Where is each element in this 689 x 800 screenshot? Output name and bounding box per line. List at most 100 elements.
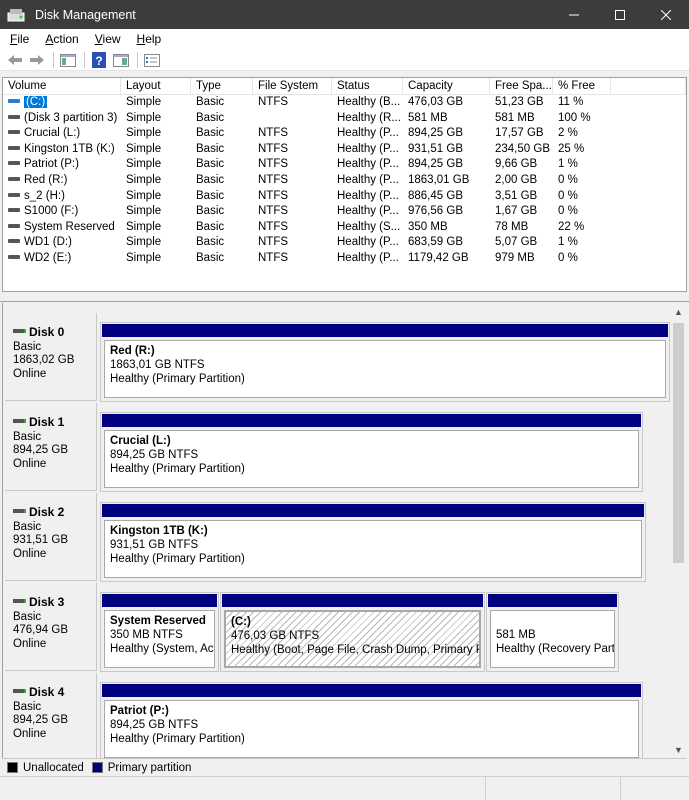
cell-status: Healthy (P... bbox=[337, 205, 399, 218]
scroll-down-button[interactable]: ▼ bbox=[670, 741, 687, 758]
column-header-file-system[interactable]: File System bbox=[253, 78, 332, 95]
cell-free: 51,23 GB bbox=[495, 96, 544, 108]
svg-text:?: ? bbox=[95, 54, 102, 68]
volume-row[interactable]: (Disk 3 partition 3) Simple Basic Healthy (… bbox=[3, 111, 686, 127]
forward-button[interactable] bbox=[27, 51, 47, 69]
column-header-volume[interactable]: Volume bbox=[3, 78, 121, 95]
menu-file[interactable]: File bbox=[4, 32, 35, 46]
title-bar: Disk Management bbox=[0, 0, 689, 29]
cell-type: Basic bbox=[196, 158, 225, 171]
show-hide-console-tree-button[interactable] bbox=[58, 51, 78, 69]
cell-volume: s_2 (H:) bbox=[3, 189, 121, 205]
status-segment bbox=[0, 777, 486, 800]
disk-name: Disk 0 bbox=[29, 325, 65, 339]
partition-name: System Reserved bbox=[110, 615, 206, 627]
cell-status: Healthy (P... bbox=[337, 236, 399, 249]
partition-size: 476,03 GB NTFS bbox=[231, 630, 320, 642]
disk-type: Basic bbox=[13, 520, 42, 533]
disk-info[interactable]: Disk 0 Basic 1863,02 GB Online bbox=[5, 313, 97, 401]
close-button[interactable] bbox=[643, 0, 689, 29]
cell-volume: S1000 (F:) bbox=[3, 204, 121, 220]
cell-free: 17,57 GB bbox=[495, 127, 544, 140]
partition-status: Healthy (Boot, Page File, Crash Dump, Pr… bbox=[231, 644, 481, 656]
cell-layout: Simple bbox=[126, 236, 162, 249]
show-hide-action-pane-button[interactable] bbox=[111, 51, 131, 69]
cell-status: Healthy (P... bbox=[337, 251, 399, 264]
back-button[interactable] bbox=[5, 51, 25, 69]
column-header-empty bbox=[611, 78, 686, 95]
disk-type: Basic bbox=[13, 430, 42, 443]
volume-row[interactable]: Crucial (L:) Simple Basic NTFS Healthy (P...… bbox=[3, 126, 686, 142]
cell-free: 581 MB bbox=[495, 111, 535, 124]
cell-free: 2,00 GB bbox=[495, 173, 538, 186]
cell-capacity: 1179,42 GB bbox=[408, 251, 469, 264]
volume-row[interactable]: Patriot (P:) Simple Basic NTFS Healthy (P...… bbox=[3, 157, 686, 173]
disk-info[interactable]: Disk 3 Basic 476,94 GB Online bbox=[5, 583, 97, 671]
partition-block[interactable]: 581 MB Healthy (Recovery Partit bbox=[486, 592, 619, 672]
cell-fs: NTFS bbox=[258, 251, 289, 264]
partition-name: Red (R:) bbox=[110, 345, 155, 357]
volume-row[interactable]: WD1 (D:) Simple Basic NTFS Healthy (P... 683,… bbox=[3, 235, 686, 251]
cell-free: 979 MB bbox=[495, 251, 535, 264]
partition-name: (C:) bbox=[231, 616, 251, 628]
partition-block[interactable]: System Reserved 350 MB NTFS Healthy (Syste… bbox=[100, 592, 219, 672]
volume-row[interactable]: (C:) Simple Basic NTFS Healthy (B... 476,03 G… bbox=[3, 95, 686, 111]
properties-button[interactable] bbox=[142, 51, 162, 69]
disk-info[interactable]: Disk 4 Basic 894,25 GB Online bbox=[5, 673, 97, 758]
partition-details: (C:) 476,03 GB NTFS Healthy (Boot, Page Fi… bbox=[224, 610, 481, 668]
pane-splitter[interactable] bbox=[0, 292, 689, 302]
menu-action[interactable]: Action bbox=[39, 32, 84, 46]
disk-state: Online bbox=[13, 727, 47, 740]
scroll-up-button[interactable]: ▲ bbox=[670, 303, 687, 320]
volume-row[interactable]: S1000 (F:) Simple Basic NTFS Healthy (P... 97… bbox=[3, 204, 686, 220]
cell-layout: Simple bbox=[126, 142, 162, 155]
volume-row[interactable]: s_2 (H:) Simple Basic NTFS Healthy (P... 886,… bbox=[3, 189, 686, 205]
column-header-percent-free[interactable]: % Free bbox=[553, 78, 611, 95]
cell-free: 3,51 GB bbox=[495, 189, 538, 202]
volume-list-header: Volume Layout Type File System Status Ca… bbox=[3, 78, 686, 95]
maximize-button[interactable] bbox=[597, 0, 643, 29]
column-header-type[interactable]: Type bbox=[191, 78, 253, 95]
partition-block[interactable]: Kingston 1TB (K:) 931,51 GB NTFS Healthy (… bbox=[100, 502, 646, 582]
menu-view[interactable]: View bbox=[89, 32, 127, 46]
partition-block[interactable]: Patriot (P:) 894,25 GB NTFS Healthy (Prima… bbox=[100, 682, 643, 758]
partition-details: 581 MB Healthy (Recovery Partit bbox=[490, 610, 615, 668]
cell-pct: 2 % bbox=[558, 127, 578, 140]
close-icon bbox=[661, 9, 671, 20]
scrollbar-thumb[interactable] bbox=[673, 323, 684, 563]
partition-block[interactable]: (C:) 476,03 GB NTFS Healthy (Boot, Page Fi… bbox=[220, 592, 485, 672]
cell-layout: Simple bbox=[126, 205, 162, 218]
partition-type-bar bbox=[102, 594, 217, 607]
cell-fs: NTFS bbox=[258, 173, 289, 186]
cell-status: Healthy (P... bbox=[337, 158, 399, 171]
column-header-capacity[interactable]: Capacity bbox=[403, 78, 490, 95]
cell-volume: System Reserved bbox=[3, 220, 121, 236]
partition-size: 1863,01 GB NTFS bbox=[110, 359, 205, 371]
cell-layout: Simple bbox=[126, 220, 162, 233]
menu-help[interactable]: Help bbox=[131, 32, 168, 46]
partition-details: Kingston 1TB (K:) 931,51 GB NTFS Healthy (… bbox=[104, 520, 642, 578]
partition-block[interactable]: Red (R:) 1863,01 GB NTFS Healthy (Primary … bbox=[100, 322, 670, 402]
volume-name: WD2 (E:) bbox=[24, 251, 72, 264]
disk-info[interactable]: Disk 2 Basic 931,51 GB Online bbox=[5, 493, 97, 581]
volume-row[interactable]: WD2 (E:) Simple Basic NTFS Healthy (P... 1179… bbox=[3, 251, 686, 267]
minimize-button[interactable] bbox=[551, 0, 597, 29]
partition-block[interactable]: Crucial (L:) 894,25 GB NTFS Healthy (Prima… bbox=[100, 412, 643, 492]
cell-capacity: 581 MB bbox=[408, 111, 448, 124]
volume-icon bbox=[8, 145, 20, 150]
cell-free: 9,66 GB bbox=[495, 158, 538, 171]
disk-view-scrollbar[interactable]: ▲ ▼ bbox=[670, 303, 687, 758]
volume-list[interactable]: Volume Layout Type File System Status Ca… bbox=[2, 77, 687, 292]
volume-row[interactable]: Red (R:) Simple Basic NTFS Healthy (P... 1863… bbox=[3, 173, 686, 189]
menu-bar: File Action View Help bbox=[0, 29, 689, 49]
column-header-layout[interactable]: Layout bbox=[121, 78, 191, 95]
column-header-status[interactable]: Status bbox=[332, 78, 403, 95]
volume-row[interactable]: Kingston 1TB (K:) Simple Basic NTFS Healthy … bbox=[3, 142, 686, 158]
help-button[interactable]: ? bbox=[89, 51, 109, 69]
column-header-free-space[interactable]: Free Spa... bbox=[490, 78, 553, 95]
partition-status: Healthy (Primary Partition) bbox=[110, 463, 245, 475]
disk-graphical-view: Disk 0 Basic 1863,02 GB Online Red (R:) 1863,… bbox=[2, 303, 687, 758]
disk-size: 931,51 GB bbox=[13, 534, 68, 546]
volume-row[interactable]: System Reserved Simple Basic NTFS Healthy (S… bbox=[3, 220, 686, 236]
disk-info[interactable]: Disk 1 Basic 894,25 GB Online bbox=[5, 403, 97, 491]
